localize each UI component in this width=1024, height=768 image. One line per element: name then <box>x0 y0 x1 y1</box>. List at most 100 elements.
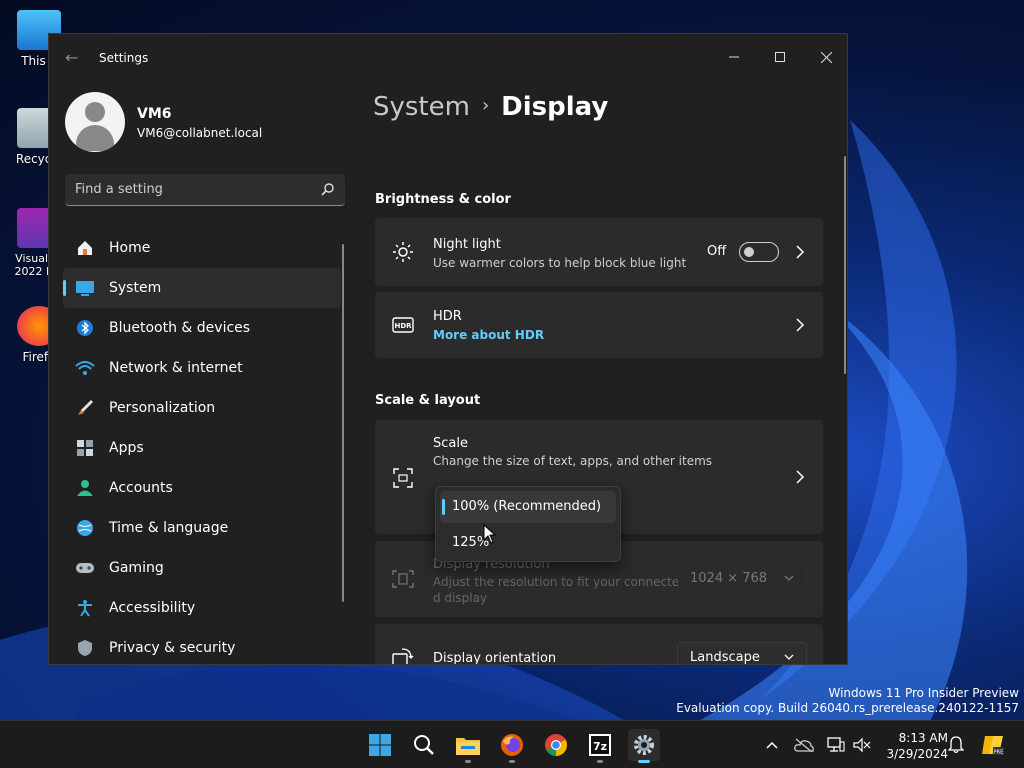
search-icon <box>414 735 434 755</box>
close-button[interactable] <box>803 42 847 72</box>
maximize-button[interactable] <box>757 42 803 72</box>
mouse-cursor-icon <box>483 524 497 544</box>
chevron-right-icon <box>796 470 805 484</box>
search-input[interactable] <box>65 174 305 204</box>
scale-description: Change the size of text, apps, and other… <box>433 454 713 468</box>
bluetooth-icon <box>75 318 95 338</box>
tray-notifications[interactable] <box>946 735 966 755</box>
scale-option-100[interactable]: 100% (Recommended) <box>440 491 616 523</box>
os-watermark: Windows 11 Pro Insider Preview Evaluatio… <box>676 686 1019 716</box>
breadcrumb-parent[interactable]: System <box>373 92 470 122</box>
shield-icon <box>75 638 95 658</box>
globe-icon <box>75 518 95 538</box>
sidebar-scrollbar[interactable] <box>342 244 344 602</box>
7zip-icon: 7z <box>589 734 611 756</box>
orientation-icon <box>391 646 415 664</box>
window-title: Settings <box>99 51 149 65</box>
chevron-down-icon <box>784 575 794 581</box>
scale-option-125[interactable]: 125% <box>440 527 616 559</box>
taskbar-7zip[interactable]: 7z <box>584 729 616 763</box>
sidebar-item-apps[interactable]: Apps <box>63 428 341 468</box>
sidebar-item-label: Time & language <box>109 520 229 536</box>
close-icon <box>820 51 832 63</box>
sidebar-item-label: Home <box>109 240 151 256</box>
resolution-description-cont: d display <box>433 591 488 605</box>
taskbar-file-explorer[interactable] <box>452 729 484 763</box>
svg-text:PRE: PRE <box>994 750 1004 756</box>
page-title: Display <box>501 92 609 122</box>
sidebar-item-bluetooth[interactable]: Bluetooth & devices <box>63 308 341 348</box>
search-icon[interactable] <box>321 182 335 196</box>
sidebar-item-personalization[interactable]: Personalization <box>63 388 341 428</box>
accessibility-icon <box>75 598 95 618</box>
sidebar-item-home[interactable]: Home <box>63 228 341 268</box>
night-light-card[interactable]: Night light Use warmer colors to help bl… <box>375 218 823 286</box>
content-scrollbar[interactable] <box>844 156 846 374</box>
search-box <box>65 174 345 206</box>
profile-name: VM6 <box>137 106 172 122</box>
cloud-off-icon <box>794 738 814 752</box>
taskbar-search-button[interactable] <box>408 729 440 761</box>
chevron-right-icon <box>796 318 805 332</box>
sidebar-item-system[interactable]: System <box>63 268 341 308</box>
tray-network[interactable] <box>826 735 846 755</box>
sidebar-item-label: Privacy & security <box>109 640 236 656</box>
network-icon <box>827 737 845 752</box>
wifi-icon <box>75 358 95 378</box>
sidebar-nav: Home System Bluetooth & devices Network … <box>63 228 341 664</box>
taskbar-chrome[interactable] <box>540 729 572 761</box>
clock-date: 3/29/2024 <box>886 747 948 761</box>
start-button[interactable] <box>364 729 396 761</box>
settings-window: ← Settings VM6 VM6@collabnet.local Home … <box>48 33 848 665</box>
chevron-down-icon <box>784 654 794 660</box>
breadcrumb-separator: › <box>481 95 490 116</box>
watermark-line-2: Evaluation copy. Build 26040.rs_prerelea… <box>676 701 1019 715</box>
night-light-state: Off <box>707 244 727 259</box>
folder-icon <box>456 738 480 755</box>
sidebar-item-accounts[interactable]: Accounts <box>63 468 341 508</box>
sidebar-item-time-language[interactable]: Time & language <box>63 508 341 548</box>
display-orientation-card: Display orientation Landscape <box>375 624 823 665</box>
taskbar-settings[interactable] <box>628 729 660 763</box>
sidebar-item-label: Apps <box>109 440 144 456</box>
taskbar-clock[interactable]: 8:13 AM 3/29/2024 <box>878 730 948 762</box>
copilot-icon: PRE <box>982 736 1004 756</box>
hdr-title: HDR <box>433 309 462 324</box>
sidebar-item-gaming[interactable]: Gaming <box>63 548 341 588</box>
sidebar-item-label: Bluetooth & devices <box>109 320 251 336</box>
sidebar-item-accessibility[interactable]: Accessibility <box>63 588 341 628</box>
tray-volume[interactable] <box>852 735 872 755</box>
tray-onedrive[interactable] <box>794 735 814 755</box>
hdr-icon: HDR <box>391 313 415 337</box>
windows-logo-icon <box>369 734 391 756</box>
system-icon <box>75 278 95 298</box>
gear-icon <box>634 735 654 755</box>
orientation-dropdown[interactable]: Landscape <box>677 642 807 665</box>
hdr-card[interactable]: HDR HDR More about HDR <box>375 292 823 358</box>
gamepad-icon <box>75 558 95 578</box>
section-heading-scale-layout: Scale & layout <box>375 393 481 408</box>
section-heading-brightness: Brightness & color <box>375 192 511 207</box>
orientation-value: Landscape <box>690 650 760 665</box>
night-light-title: Night light <box>433 237 501 252</box>
avatar <box>65 92 125 152</box>
svg-text:7z: 7z <box>593 740 607 753</box>
tray-chevron-up[interactable] <box>762 735 782 755</box>
sidebar-item-label: System <box>109 280 162 296</box>
tray-copilot[interactable]: PRE <box>980 735 1006 756</box>
minimize-button[interactable] <box>711 42 757 72</box>
chevron-up-icon <box>766 741 778 749</box>
taskbar-firefox[interactable] <box>496 729 528 763</box>
resolution-icon <box>391 567 415 591</box>
resolution-dropdown[interactable]: 1024 × 768 <box>677 563 807 595</box>
sidebar-item-network[interactable]: Network & internet <box>63 348 341 388</box>
watermark-line-1: Windows 11 Pro Insider Preview <box>828 686 1019 700</box>
orientation-title: Display orientation <box>433 651 557 665</box>
accounts-icon <box>75 478 95 498</box>
night-light-toggle[interactable] <box>739 242 779 262</box>
back-arrow-icon[interactable]: ← <box>65 48 78 67</box>
sidebar-item-label: Accounts <box>109 480 173 496</box>
hdr-link[interactable]: More about HDR <box>433 328 544 342</box>
sidebar-item-privacy-security[interactable]: Privacy & security <box>63 628 341 664</box>
svg-text:HDR: HDR <box>394 322 412 330</box>
